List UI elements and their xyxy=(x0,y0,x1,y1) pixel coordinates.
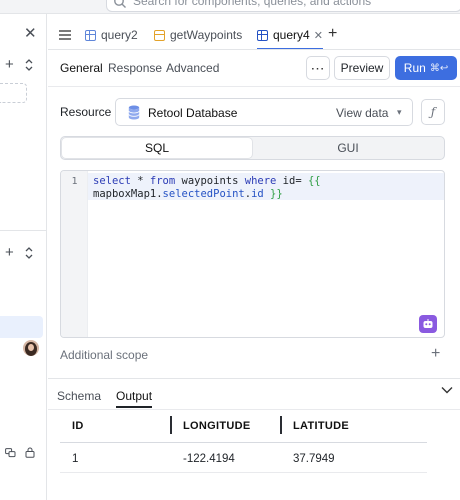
table-header-divider xyxy=(60,442,427,443)
code-property: selectedPoint xyxy=(162,188,245,200)
run-label: Run xyxy=(403,61,426,75)
run-shortcut: ⌘↩ xyxy=(429,62,449,74)
left-panel-divider xyxy=(0,230,47,231)
bottom-tabs-divider xyxy=(48,409,460,410)
chevron-down-icon[interactable] xyxy=(441,386,453,394)
resource-name: Retool Database xyxy=(148,106,238,120)
code-text: waypoints xyxy=(175,175,245,187)
run-button[interactable]: Run ⌘↩ xyxy=(395,56,457,80)
subtab-response[interactable]: Response xyxy=(108,61,162,75)
chevron-down-icon: ▾ xyxy=(397,107,402,117)
js-icon xyxy=(154,29,165,41)
table-row-divider xyxy=(60,472,427,473)
table-icon xyxy=(85,29,96,41)
tab-query2[interactable]: query2 xyxy=(85,22,138,48)
mode-gui-option[interactable]: GUI xyxy=(253,138,443,158)
dropzone-placeholder xyxy=(0,83,27,103)
table-cell-id: 1 xyxy=(72,453,79,465)
column-header-latitude[interactable]: LATITUDE xyxy=(293,420,349,432)
tabs-divider xyxy=(48,49,460,50)
active-tab-underline xyxy=(116,406,152,408)
menu-icon[interactable] xyxy=(59,30,71,40)
top-search-bar: Search for components, queries, and acti… xyxy=(0,0,460,14)
sort-icon[interactable] xyxy=(25,246,33,260)
ellipsis-icon: ⋯ xyxy=(310,59,326,76)
sql-keyword: select xyxy=(93,175,131,187)
view-data-link[interactable]: View data xyxy=(336,106,388,120)
code-property: id xyxy=(251,188,264,200)
template-brace: {{ xyxy=(307,175,321,187)
tab-label: getWaypoints xyxy=(170,28,243,42)
column-resize-handle[interactable] xyxy=(170,416,172,434)
table-icon xyxy=(257,29,268,41)
global-search-input[interactable]: Search for components, queries, and acti… xyxy=(106,0,460,12)
add-scope-icon[interactable]: + xyxy=(431,345,440,363)
line-number: 1 xyxy=(71,176,78,187)
search-icon xyxy=(114,0,126,8)
function-icon[interactable]: ƒ xyxy=(421,99,445,125)
query-mode-toggle: SQL GUI xyxy=(60,136,445,160)
selected-list-item[interactable] xyxy=(0,316,43,338)
add-tab-icon[interactable]: + xyxy=(328,25,337,43)
assistant-icon[interactable] xyxy=(419,315,437,333)
query-tabs: query2 getWaypoints query4 ✕ + xyxy=(48,22,460,50)
column-header-longitude[interactable]: LONGITUDE xyxy=(183,420,250,432)
avatar xyxy=(23,340,39,356)
code-identifier: mapboxMap1 xyxy=(93,188,157,200)
add-icon[interactable]: + xyxy=(5,245,14,260)
resource-select[interactable]: Retool Database View data ▾ xyxy=(115,98,413,126)
sql-keyword: where xyxy=(244,175,277,187)
column-header-id[interactable]: ID xyxy=(72,420,84,432)
sql-keyword: from xyxy=(149,175,176,187)
code-line-1: select * from waypoints where id= {{ xyxy=(93,175,321,187)
lock-icon[interactable] xyxy=(25,447,35,458)
tab-query4[interactable]: query4 ✕ xyxy=(257,22,323,50)
code-text: * xyxy=(130,175,150,187)
preview-button[interactable]: Preview xyxy=(334,56,390,80)
template-brace: }} xyxy=(263,188,283,200)
resource-label: Resource xyxy=(60,105,112,119)
table-cell-latitude: 37.7949 xyxy=(293,453,335,465)
sort-icon[interactable] xyxy=(25,58,33,72)
tab-output[interactable]: Output xyxy=(116,389,152,403)
mode-sql-option[interactable]: SQL xyxy=(62,138,252,158)
code-text: id= xyxy=(276,175,308,187)
close-icon[interactable]: ✕ xyxy=(24,26,37,41)
add-icon[interactable]: + xyxy=(5,57,14,72)
subtabs-divider xyxy=(48,86,460,87)
database-icon xyxy=(128,105,140,120)
sql-editor[interactable]: 1 select * from waypoints where id= {{ m… xyxy=(60,170,445,338)
table-cell-longitude: -122.4194 xyxy=(183,453,235,465)
robot-icon xyxy=(423,319,433,328)
search-placeholder: Search for components, queries, and acti… xyxy=(133,0,372,8)
column-resize-handle[interactable] xyxy=(280,416,282,434)
close-tab-icon[interactable]: ✕ xyxy=(314,29,323,42)
left-panel: ✕ + + xyxy=(0,14,47,500)
code-line-2: mapboxMap1.selectedPoint.id }} xyxy=(93,188,283,200)
comments-icon[interactable] xyxy=(5,448,16,458)
bottom-panel-divider xyxy=(48,378,460,379)
more-options-button[interactable]: ⋯ xyxy=(306,56,330,80)
tab-label: query2 xyxy=(101,28,138,42)
line-number-gutter xyxy=(61,171,88,337)
tab-getwaypoints[interactable]: getWaypoints xyxy=(154,22,242,48)
tab-label: query4 xyxy=(273,28,310,42)
subtab-advanced[interactable]: Advanced xyxy=(166,61,219,75)
tab-schema[interactable]: Schema xyxy=(57,389,101,403)
additional-scope-label[interactable]: Additional scope xyxy=(60,348,148,362)
subtab-general[interactable]: General xyxy=(60,61,103,75)
